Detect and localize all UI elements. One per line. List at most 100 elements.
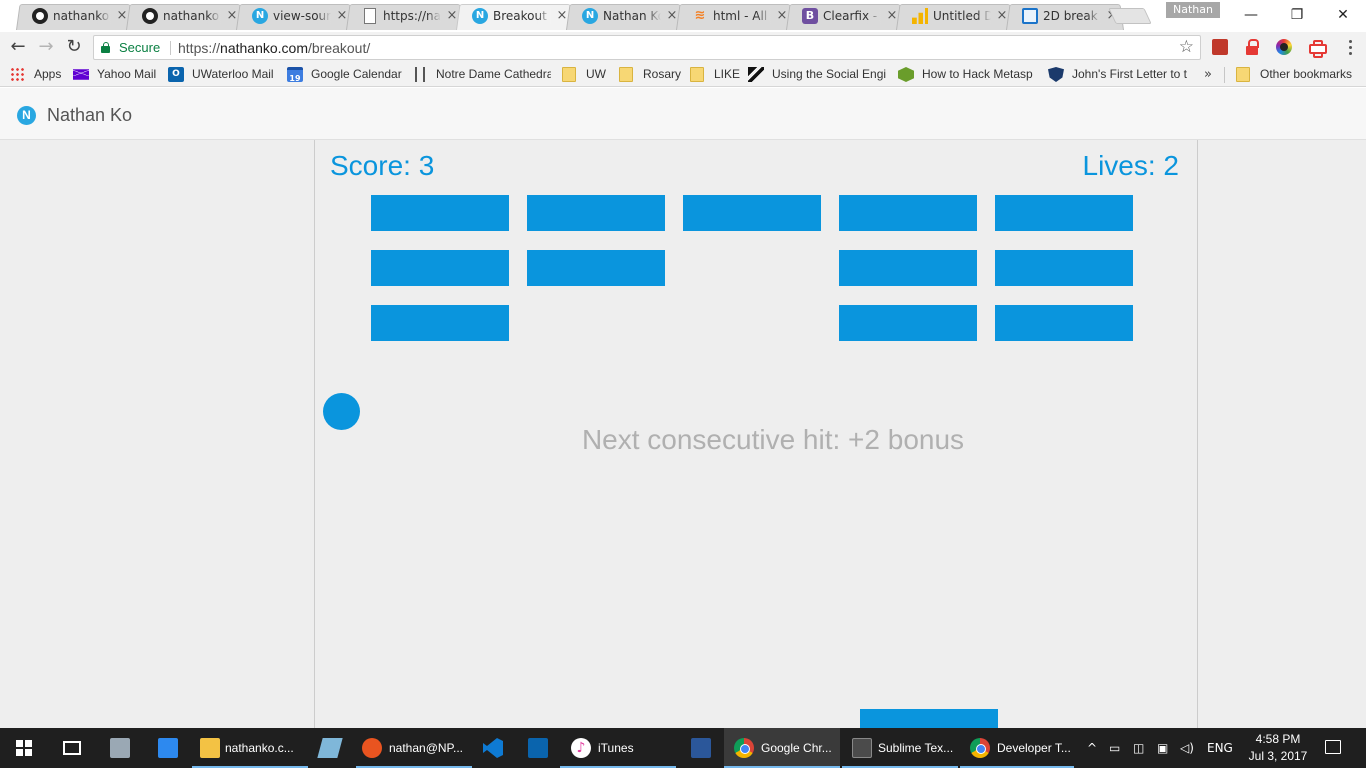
system-clock[interactable]: 4:58 PM Jul 3, 2017 <box>1240 731 1316 765</box>
bookmark-notre-dame[interactable]: Notre Dame Cathedra <box>412 66 551 83</box>
new-tab-button[interactable] <box>1108 8 1152 24</box>
taskbar-pinned-app[interactable] <box>96 728 144 768</box>
start-button[interactable] <box>0 728 48 768</box>
tab-stackoverflow[interactable]: ≋ html - All × <box>676 2 794 30</box>
github-icon <box>32 8 48 24</box>
lock-icon[interactable] <box>101 42 110 53</box>
taskbar-outlook[interactable] <box>516 728 560 768</box>
taskbar-itunes[interactable]: iTunes <box>560 728 676 768</box>
brick <box>839 195 977 231</box>
game-icon <box>1022 8 1038 24</box>
paddle[interactable] <box>860 709 998 728</box>
maximize-button[interactable]: ❐ <box>1274 0 1320 30</box>
minimize-button[interactable]: — <box>1228 0 1274 30</box>
url-text[interactable]: https://nathanko.com/breakout/ <box>178 40 370 56</box>
taskbar-file-explorer[interactable]: nathanko.c... <box>192 728 308 768</box>
volume-icon[interactable]: ◁) <box>1180 740 1194 756</box>
bookmark-star-icon[interactable]: ☆ <box>1179 37 1194 57</box>
taskbar-google-chrome[interactable]: Google Chr... <box>724 728 840 768</box>
cathedral-icon <box>415 67 425 82</box>
chrome-menu-icon[interactable] <box>1342 39 1358 55</box>
social-engineering-icon <box>748 67 764 82</box>
windows-logo-icon <box>16 740 32 756</box>
tab-https[interactable]: https://na × <box>346 2 464 30</box>
close-window-button[interactable]: ✕ <box>1320 0 1366 30</box>
visual-studio-code-icon <box>483 738 503 758</box>
bookmark-yahoo-mail[interactable]: Yahoo Mail <box>73 66 161 83</box>
document-icon <box>364 8 376 24</box>
reload-button[interactable]: ↻ <box>63 36 85 58</box>
task-view-button[interactable] <box>48 728 96 768</box>
bookmark-metasploit[interactable]: How to Hack Metasp <box>898 66 1036 83</box>
bookmark-johns-letter[interactable]: John's First Letter to t <box>1048 66 1188 83</box>
taskbar-word[interactable] <box>676 728 724 768</box>
taskbar-ubuntu-terminal[interactable]: nathan@NP... <box>356 728 472 768</box>
brick <box>371 305 509 341</box>
bookmark-social-engineering[interactable]: Using the Social Engi <box>748 66 886 83</box>
show-hidden-icons-chevron-icon[interactable]: ^ <box>1087 740 1097 756</box>
tab-2d-breakout[interactable]: 2D break × <box>1006 2 1124 30</box>
extension-red-book-icon[interactable] <box>1212 39 1228 55</box>
site-name-link[interactable]: Nathan Ko <box>47 105 132 126</box>
tablet-mode-icon[interactable]: ◫ <box>1133 740 1144 756</box>
taskbar-sublime-text[interactable]: Sublime Tex... <box>842 728 958 768</box>
taskbar-visual-studio-code[interactable] <box>472 728 516 768</box>
shield-icon <box>1048 67 1064 82</box>
task-view-icon <box>63 741 81 755</box>
tab-github-2[interactable]: nathanko × <box>126 2 244 30</box>
tab-nathan-ko[interactable]: N Nathan Ko × <box>566 2 684 30</box>
bookmark-folder-like[interactable]: LIKE <box>690 66 740 83</box>
tab-github-1[interactable]: nathanko × <box>16 2 134 30</box>
tab-title: https://na <box>383 8 441 24</box>
tab-view-source[interactable]: N view-source × <box>236 2 354 30</box>
file-explorer-icon <box>200 738 220 758</box>
github-icon <box>142 8 158 24</box>
site-header: N Nathan Ko <box>0 88 1366 140</box>
tab-clearfix[interactable]: B Clearfix - × <box>786 2 904 30</box>
profile-button[interactable]: Nathan <box>1166 2 1220 18</box>
action-center-icon[interactable] <box>1325 740 1341 754</box>
tab-breakout[interactable]: N Breakout × <box>456 2 574 30</box>
bookmark-folder-rosary[interactable]: Rosary <box>619 66 681 83</box>
bookmark-uwaterloo-mail[interactable]: O UWaterloo Mail <box>168 66 278 83</box>
clock-time: 4:58 PM <box>1255 732 1301 746</box>
tab-title: nathanko <box>163 8 221 24</box>
forward-button[interactable]: → <box>35 36 57 58</box>
brick <box>527 195 665 231</box>
extension-color-picker-icon[interactable] <box>1276 39 1292 55</box>
taskbar-pinned-app[interactable] <box>144 728 192 768</box>
yahoo-mail-icon <box>73 69 89 80</box>
network-icon[interactable]: ▣ <box>1157 740 1168 756</box>
site-logo-icon[interactable]: N <box>17 106 36 125</box>
folder-icon <box>619 67 633 82</box>
chrome-icon <box>970 738 990 758</box>
taskbar-pinned-app[interactable] <box>308 728 356 768</box>
input-language-indicator[interactable]: ENG <box>1207 740 1233 756</box>
n-logo-icon: N <box>472 8 488 24</box>
bookmark-folder-uw[interactable]: UW <box>562 66 610 83</box>
back-button[interactable]: ← <box>7 36 29 58</box>
remote-desktop-icon <box>158 738 178 758</box>
bookmark-other-bookmarks[interactable]: Other bookmarks <box>1236 66 1358 83</box>
bookmark-apps[interactable]: Apps <box>10 66 65 83</box>
calendar-icon: 19 <box>287 67 303 83</box>
tab-untitled[interactable]: Untitled D × <box>896 2 1014 30</box>
extension-lock-icon[interactable] <box>1244 39 1260 55</box>
bootstrap-icon: B <box>802 8 818 24</box>
page-content: N Nathan Ko Score: 3 Lives: 2 Next conse… <box>0 88 1366 728</box>
extension-cross-icon[interactable] <box>1308 39 1327 58</box>
tab-strip: nathanko × nathanko × N view-source × ht… <box>0 0 1366 32</box>
stackoverflow-icon: ≋ <box>694 8 706 23</box>
chrome-icon <box>734 738 754 758</box>
bookmarks-overflow-chevron-icon[interactable]: » <box>1204 66 1212 83</box>
sublime-text-icon <box>852 738 872 758</box>
taskbar-developer-tools[interactable]: Developer T... <box>960 728 1074 768</box>
bookmark-google-calendar[interactable]: 19 Google Calendar <box>287 66 405 83</box>
tab-title: 2D break <box>1043 8 1101 24</box>
address-bar[interactable]: Secure https://nathanko.com/breakout/ ☆ <box>93 35 1201 60</box>
folder-icon <box>1236 67 1250 82</box>
secure-label[interactable]: Secure <box>119 40 160 55</box>
breakout-game-canvas[interactable]: Score: 3 Lives: 2 Next consecutive hit: … <box>314 140 1198 728</box>
tab-title: Nathan Ko <box>603 8 661 24</box>
battery-icon[interactable]: ▭ <box>1109 740 1120 756</box>
